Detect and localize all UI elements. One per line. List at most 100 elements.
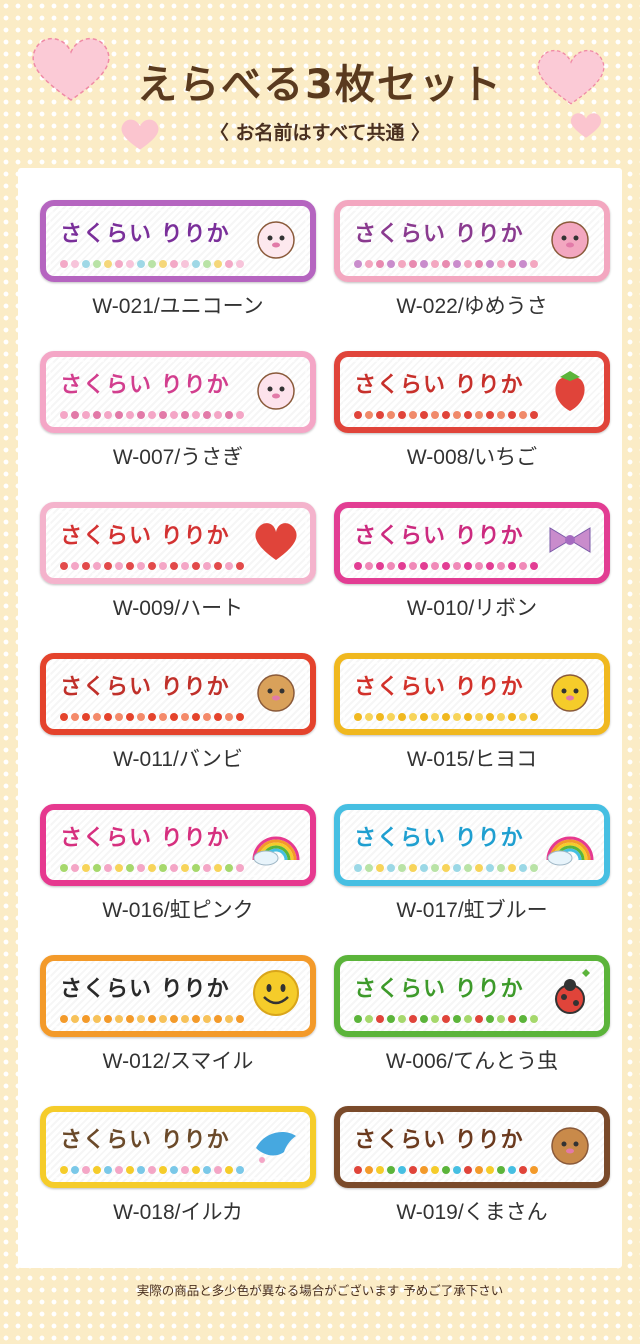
bunny-icon: [544, 212, 596, 264]
patch-item[interactable]: さくらい りりか W-017/虹ブルー: [334, 804, 610, 924]
patch-item[interactable]: さくらい りりか W-021/ユニコーン: [40, 200, 316, 320]
dot: [137, 260, 145, 268]
patch-item[interactable]: さくらい りりか W-008/いちご: [334, 351, 610, 471]
dot: [420, 1015, 428, 1023]
dot: [497, 1166, 505, 1174]
patch-item[interactable]: さくらい りりか W-015/ヒヨコ: [334, 653, 610, 773]
dot: [60, 562, 68, 570]
dot: [137, 713, 145, 721]
dot: [192, 1166, 200, 1174]
dot: [82, 411, 90, 419]
product-code: W-010/リボン: [406, 597, 538, 620]
name-patch: さくらい りりか: [40, 1106, 316, 1188]
dot: [214, 260, 222, 268]
patch-item[interactable]: さくらい りりか W-012/スマイル: [40, 955, 316, 1075]
patch-item[interactable]: さくらい りりか W-007/うさぎ: [40, 351, 316, 471]
dot: [442, 411, 450, 419]
patch-dots: [60, 713, 244, 721]
patch-item[interactable]: さくらい りりか W-010/リボン: [334, 502, 610, 622]
dot: [486, 1166, 494, 1174]
patch-dots: [354, 260, 538, 268]
rainbow-icon: [250, 816, 302, 868]
dot: [236, 562, 244, 570]
dot: [203, 260, 211, 268]
patch-name-text: さくらい りりか: [60, 977, 230, 1002]
dot: [214, 411, 222, 419]
dot: [354, 864, 362, 872]
dot: [519, 260, 527, 268]
dot: [431, 1166, 439, 1174]
dot: [159, 562, 167, 570]
patch-dots: [354, 562, 538, 570]
deer-icon: [250, 665, 302, 717]
dot: [519, 562, 527, 570]
dot: [104, 1166, 112, 1174]
patch-name-text: さくらい りりか: [354, 675, 524, 700]
dot: [82, 1015, 90, 1023]
dot: [453, 411, 461, 419]
patch-item[interactable]: さくらい りりか W-019/くまさん: [334, 1106, 610, 1226]
name-patch: さくらい りりか: [40, 804, 316, 886]
dot: [236, 1015, 244, 1023]
dot: [365, 260, 373, 268]
dot: [181, 1015, 189, 1023]
patch-dots: [60, 411, 244, 419]
dot: [203, 1015, 211, 1023]
dot: [93, 864, 101, 872]
dot: [497, 260, 505, 268]
dot: [530, 1015, 538, 1023]
patch-item[interactable]: さくらい りりか W-018/イルカ: [40, 1106, 316, 1226]
name-patch: さくらい りりか: [40, 955, 316, 1037]
dot: [519, 864, 527, 872]
dot: [453, 713, 461, 721]
dot: [192, 864, 200, 872]
patch-item[interactable]: さくらい りりか W-009/ハート: [40, 502, 316, 622]
dot: [387, 562, 395, 570]
dot: [354, 562, 362, 570]
patch-dots: [60, 864, 244, 872]
dot: [181, 1166, 189, 1174]
dot: [497, 864, 505, 872]
dot: [192, 562, 200, 570]
dot: [530, 411, 538, 419]
dot: [82, 1166, 90, 1174]
dot: [464, 562, 472, 570]
dot: [104, 562, 112, 570]
patch-dots: [354, 864, 538, 872]
dot: [431, 411, 439, 419]
dot: [71, 713, 79, 721]
patch-item[interactable]: さくらい りりか W-022/ゆめうさ: [334, 200, 610, 320]
bear-icon: [544, 1118, 596, 1170]
heart-icon: [250, 514, 302, 566]
dot: [387, 260, 395, 268]
dot: [376, 1166, 384, 1174]
dot: [115, 864, 123, 872]
dot: [148, 411, 156, 419]
dot: [530, 864, 538, 872]
ladybug-icon: [544, 967, 596, 1019]
dot: [225, 1166, 233, 1174]
dot: [225, 1015, 233, 1023]
dot: [376, 1015, 384, 1023]
dot: [159, 1015, 167, 1023]
smile-icon: [250, 967, 302, 1019]
dot: [420, 562, 428, 570]
dot: [442, 562, 450, 570]
dot: [387, 1015, 395, 1023]
dot: [508, 713, 516, 721]
dot: [387, 713, 395, 721]
dot: [181, 411, 189, 419]
patch-item[interactable]: さくらい りりか W-006/てんとう虫: [334, 955, 610, 1075]
patch-item[interactable]: さくらい りりか W-016/虹ピンク: [40, 804, 316, 924]
dot: [60, 411, 68, 419]
product-code: W-007/うさぎ: [112, 446, 244, 469]
dot: [376, 864, 384, 872]
dot: [181, 260, 189, 268]
dot: [170, 713, 178, 721]
patch-name-text: さくらい りりか: [60, 1128, 230, 1153]
patch-item[interactable]: さくらい りりか W-011/バンビ: [40, 653, 316, 773]
dot: [181, 864, 189, 872]
name-patch: さくらい りりか: [334, 502, 610, 584]
dot: [475, 713, 483, 721]
dot: [420, 260, 428, 268]
